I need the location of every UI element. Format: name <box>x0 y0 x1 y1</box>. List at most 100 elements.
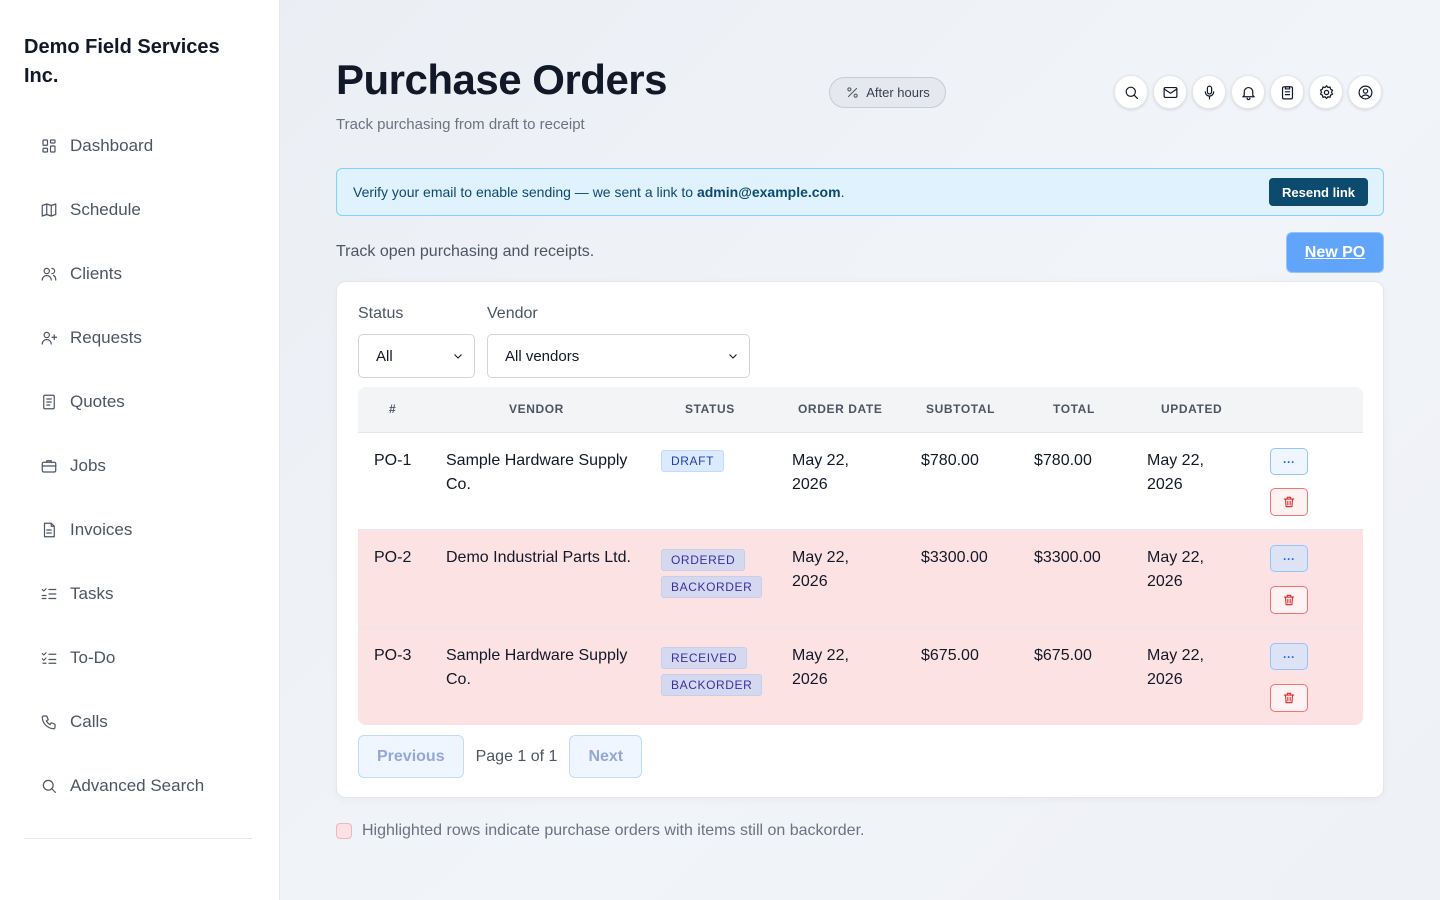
sidebar-item-calls[interactable]: Calls <box>24 690 252 754</box>
sidebar-item-label: Advanced Search <box>70 776 205 795</box>
po-vendor: Sample Hardware Supply Co. <box>446 647 628 688</box>
list-check-icon <box>40 585 58 603</box>
po-subtotal: $675.00 <box>921 647 979 664</box>
notifications-button[interactable] <box>1231 75 1265 109</box>
banner-suffix: . <box>840 184 845 200</box>
po-order-date: May 22, 2026 <box>792 452 849 493</box>
sidebar-item-tasks[interactable]: Tasks <box>24 562 252 626</box>
sidebar-item-requests[interactable]: Requests <box>24 306 252 370</box>
search-button[interactable] <box>1114 75 1148 109</box>
more-actions-button[interactable]: ··· <box>1270 448 1308 475</box>
po-total: $780.00 <box>1034 452 1092 469</box>
banner-text: Verify your email to enable sending — we… <box>353 184 697 200</box>
column-header-subtotal: Subtotal <box>926 402 996 416</box>
microphone-button[interactable] <box>1192 75 1226 109</box>
table-row: PO-2 Demo Industrial Parts Ltd. ORDERED … <box>358 530 1363 628</box>
more-actions-button[interactable]: ··· <box>1270 545 1308 572</box>
ellipsis-icon: ··· <box>1283 649 1295 664</box>
sidebar-item-label: Requests <box>70 328 142 347</box>
more-actions-button[interactable]: ··· <box>1270 643 1308 670</box>
sidebar-item-clients[interactable]: Clients <box>24 242 252 306</box>
settings-button[interactable] <box>1309 75 1343 109</box>
banner-email: admin@example.com <box>696 184 841 200</box>
po-number[interactable]: PO-1 <box>374 449 424 473</box>
chevron-down-icon <box>452 350 464 362</box>
sidebar-item-quotes[interactable]: Quotes <box>24 370 252 434</box>
sidebar-item-label: Quotes <box>70 392 125 411</box>
sidebar-divider <box>24 838 252 839</box>
chevron-down-icon <box>727 350 739 362</box>
sidebar-item-label: Tasks <box>70 584 114 603</box>
sidebar-item-label: Dashboard <box>70 136 154 155</box>
table-header: # Vendor Status Order Date Subtotal Tota… <box>358 387 1363 433</box>
map-icon <box>40 201 58 219</box>
sidebar-item-jobs[interactable]: Jobs <box>24 434 252 498</box>
microphone-icon <box>1201 84 1218 101</box>
sidebar-item-label: Calls <box>70 712 108 731</box>
new-po-button[interactable]: New PO <box>1286 232 1384 273</box>
document-icon <box>40 393 58 411</box>
column-header-updated: Updated <box>1161 402 1223 416</box>
trash-icon <box>1282 495 1296 509</box>
status-filter-label: Status <box>358 305 404 322</box>
po-subtotal: $3300.00 <box>921 549 988 566</box>
verify-email-banner: Verify your email to enable sending — we… <box>336 168 1384 216</box>
status-badge: RECEIVED <box>661 647 748 669</box>
sidebar-item-label: Jobs <box>70 456 106 475</box>
delete-button[interactable] <box>1270 488 1308 516</box>
po-number[interactable]: PO-2 <box>374 546 414 570</box>
po-total: $3300.00 <box>1034 549 1101 566</box>
search-icon <box>40 777 58 795</box>
sidebar-item-schedule[interactable]: Schedule <box>24 178 252 242</box>
table-row: PO-3 Sample Hardware Supply Co. RECEIVED… <box>358 628 1363 725</box>
checklist-icon <box>40 649 58 667</box>
delete-button[interactable] <box>1270 684 1308 712</box>
page-title: Purchase Orders <box>336 56 668 103</box>
sidebar-item-label: To-Do <box>70 648 116 667</box>
po-updated: May 22, 2026 <box>1147 647 1204 688</box>
dashboard-icon <box>40 137 58 155</box>
column-header-vendor: Vendor <box>509 402 564 416</box>
column-header-total: Total <box>1053 402 1095 416</box>
after-hours-label: After hours <box>866 85 930 100</box>
header-toolbar <box>1114 75 1382 109</box>
page-subtitle: Track purchasing from draft to receipt <box>336 116 585 133</box>
next-page-button[interactable]: Next <box>569 735 643 778</box>
sidebar-item-invoices[interactable]: Invoices <box>24 498 252 562</box>
sidebar-item-todo[interactable]: To-Do <box>24 626 252 690</box>
po-updated: May 22, 2026 <box>1147 452 1204 493</box>
legend-text: Highlighted rows indicate purchase order… <box>362 822 865 839</box>
page-indicator: Page 1 of 1 <box>475 747 558 765</box>
vendor-filter-select[interactable]: All vendors <box>487 334 750 378</box>
brand-name: Demo Field Services Inc. <box>24 36 220 87</box>
legend-swatch <box>336 823 352 839</box>
status-filter-value: All <box>376 347 393 365</box>
delete-button[interactable] <box>1270 586 1308 614</box>
mail-button[interactable] <box>1153 75 1187 109</box>
vendor-filter-value: All vendors <box>505 347 580 365</box>
po-order-date: May 22, 2026 <box>792 647 849 688</box>
bell-icon <box>1240 84 1257 101</box>
sidebar-item-label: Invoices <box>70 520 133 539</box>
invoice-icon <box>40 521 58 539</box>
column-header-status: Status <box>685 402 735 416</box>
sidebar-item-advanced-search[interactable]: Advanced Search <box>24 754 252 818</box>
clipboard-icon <box>1279 84 1296 101</box>
status-filter-select[interactable]: All <box>358 334 475 378</box>
ellipsis-icon: ··· <box>1283 551 1295 566</box>
po-vendor: Demo Industrial Parts Ltd. <box>446 549 631 566</box>
sidebar-item-label: Schedule <box>70 200 141 219</box>
trash-icon <box>1282 593 1296 607</box>
sidebar-item-dashboard[interactable]: Dashboard <box>24 114 252 178</box>
previous-page-button[interactable]: Previous <box>358 735 464 778</box>
po-number[interactable]: PO-3 <box>374 644 414 668</box>
resend-link-button[interactable]: Resend link <box>1269 178 1368 206</box>
status-badge: DRAFT <box>661 450 724 472</box>
profile-button[interactable] <box>1348 75 1382 109</box>
po-status: DRAFT <box>661 449 724 476</box>
purchase-orders-card: Status All Vendor All vendors # Vendor S… <box>336 281 1384 798</box>
table-row: PO-1 Sample Hardware Supply Co. DRAFT Ma… <box>358 433 1363 530</box>
backorder-badge: BACKORDER <box>661 674 763 696</box>
phone-icon <box>40 713 58 731</box>
clipboard-button[interactable] <box>1270 75 1304 109</box>
